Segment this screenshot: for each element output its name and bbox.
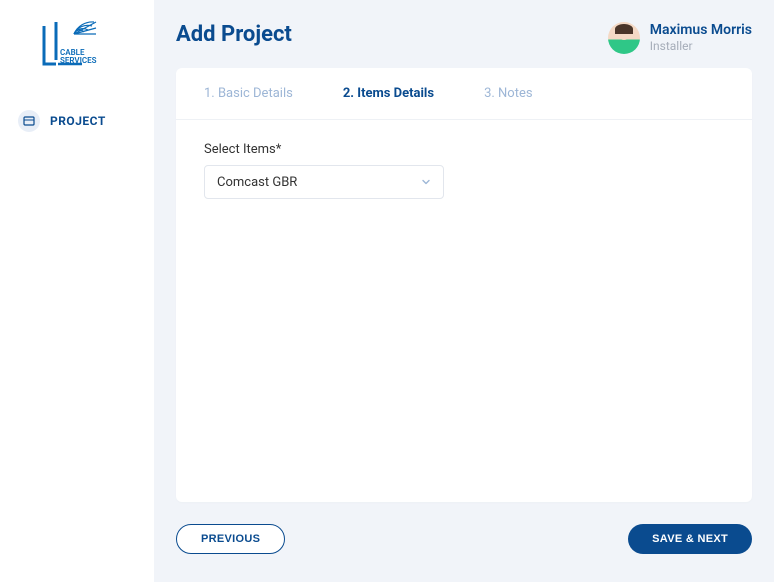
user-role: Installer (650, 39, 752, 53)
previous-button[interactable]: PREVIOUS (176, 524, 285, 554)
avatar (608, 22, 640, 54)
tab-notes[interactable]: 3. Notes (484, 86, 533, 101)
main: Add Project Maximus Morris Installer 1. … (154, 0, 774, 582)
tab-basic-details[interactable]: 1. Basic Details (204, 86, 293, 101)
form-card: 1. Basic Details 2. Items Details 3. Not… (176, 68, 752, 502)
user-name: Maximus Morris (650, 22, 752, 39)
tab-items-details[interactable]: 2. Items Details (343, 86, 434, 101)
stepper: 1. Basic Details 2. Items Details 3. Not… (176, 68, 752, 120)
header: Add Project Maximus Morris Installer (176, 22, 752, 54)
project-icon (18, 110, 40, 132)
sidebar: CABLE SERVICES PROJECT (0, 0, 154, 582)
card-body: Select Items* Comcast GBR (176, 120, 752, 502)
logo: CABLE SERVICES (0, 18, 154, 74)
chevron-down-icon (421, 177, 431, 187)
select-items-label: Select Items* (204, 142, 724, 157)
svg-text:SERVICES: SERVICES (60, 56, 97, 65)
select-items-input[interactable]: Comcast GBR (204, 165, 444, 199)
footer: PREVIOUS SAVE & NEXT (176, 524, 752, 554)
sidebar-item-project[interactable]: PROJECT (0, 102, 154, 140)
logo-icon: CABLE SERVICES (38, 18, 116, 74)
save-next-button[interactable]: SAVE & NEXT (628, 524, 752, 554)
user-info[interactable]: Maximus Morris Installer (608, 22, 752, 54)
page-title: Add Project (176, 22, 292, 47)
select-items-value: Comcast GBR (217, 175, 297, 190)
sidebar-item-label: PROJECT (50, 114, 106, 128)
